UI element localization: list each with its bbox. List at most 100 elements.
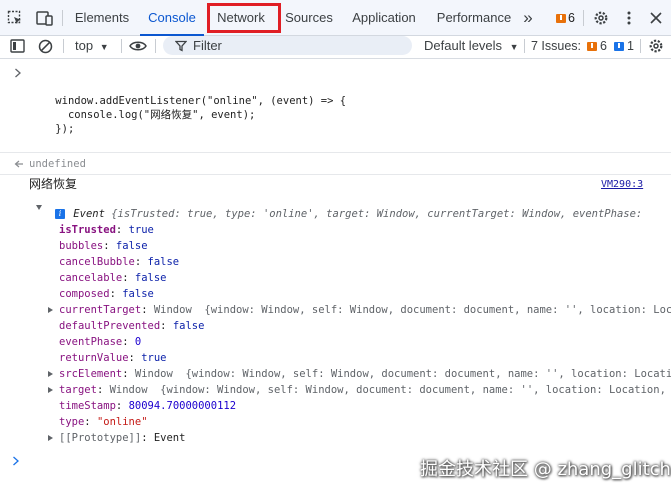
property-colon: : (84, 416, 97, 428)
input-code-line-3: }); (30, 108, 74, 150)
info-icon (613, 41, 624, 51)
event-property-row: isTrusted: true (59, 223, 671, 237)
property-colon: : (109, 288, 123, 300)
property-colon: : (160, 320, 173, 332)
clear-console-button[interactable] (36, 37, 54, 55)
settings-button[interactable] (592, 9, 610, 27)
tabbar-divider (62, 10, 63, 26)
warning-icon (556, 13, 566, 23)
toolbar-divider-4 (524, 39, 525, 53)
tab-console[interactable]: Console (140, 0, 204, 36)
property-key: cancelable (59, 272, 123, 284)
property-key: bubbles (59, 240, 104, 252)
property-value: false (134, 272, 167, 284)
filter-icon (175, 40, 187, 52)
filter-input[interactable]: Filter (163, 36, 412, 55)
console-prompt-icon (13, 456, 19, 466)
device-toolbar-button[interactable] (35, 9, 53, 27)
event-property-row: cancelable: false (59, 271, 671, 285)
expand-arrow-icon[interactable] (48, 371, 53, 377)
property-key: defaultPrevented (59, 320, 161, 332)
property-colon: : (141, 432, 154, 444)
issues-button[interactable]: 7 Issues: 6 1 (531, 36, 634, 56)
info-icon[interactable]: i (55, 209, 65, 219)
sidebar-toggle-button[interactable] (8, 37, 26, 55)
property-colon: : (122, 336, 135, 348)
property-colon: : (115, 224, 129, 236)
tab-application[interactable]: Application (346, 0, 422, 36)
live-expression-button[interactable] (128, 37, 148, 55)
return-arrow-icon (14, 160, 23, 168)
event-class-name: Event (73, 208, 105, 220)
watermark: 掘金技术社区 @ zhang_glitch (420, 459, 671, 480)
property-colon: : (128, 352, 142, 364)
property-colon: : (96, 384, 110, 396)
property-value: Window {window: Window, self: Window, do… (153, 304, 671, 316)
property-colon: : (141, 304, 154, 316)
close-devtools-button[interactable] (647, 9, 665, 27)
event-property-row: timeStamp: 80094.70000000112 (59, 399, 671, 413)
sidebar-icon (9, 39, 25, 53)
event-property-row[interactable]: currentTarget: Window {window: Window, s… (59, 303, 671, 317)
tabbar-warning-count: 6 (568, 11, 575, 25)
event-property-row[interactable]: [[Prototype]]: Event (59, 431, 671, 445)
toolbar-divider-3 (155, 39, 156, 53)
tab-sources[interactable]: Sources (281, 0, 337, 36)
tab-elements[interactable]: Elements (68, 0, 136, 36)
expand-toggle-icon[interactable] (36, 205, 42, 210)
source-link[interactable]: VM290:3 (601, 178, 643, 192)
code-text: }); (55, 123, 75, 135)
context-selector[interactable]: top ▼ (75, 36, 109, 57)
event-property-row: returnValue: true (59, 351, 671, 365)
inspect-cursor-icon (7, 10, 21, 24)
property-key: eventPhase (59, 336, 123, 348)
tab-performance[interactable]: Performance (434, 0, 514, 36)
eye-icon (129, 41, 147, 51)
property-key: [[Prototype]] (59, 432, 142, 444)
close-icon (650, 12, 662, 24)
event-summary-preview: {isTrusted: true, type: 'online', target… (104, 208, 646, 220)
toolbar-divider-1 (63, 39, 64, 53)
devtools-tabbar: Elements Console Network Sources Applica… (0, 0, 671, 36)
event-property-row: type: "online" (59, 415, 671, 429)
more-options-button[interactable] (621, 9, 637, 27)
block-icon (38, 39, 52, 53)
property-key: isTrusted (59, 224, 116, 236)
property-key: target (59, 384, 97, 396)
tabbar-warning-badge[interactable]: 6 (556, 11, 575, 25)
property-key: composed (59, 288, 110, 300)
property-colon: : (122, 272, 135, 284)
property-value: Window {window: Window, self: Window, do… (134, 368, 671, 380)
input-prompt-icon (15, 68, 21, 78)
filter-placeholder: Filter (193, 38, 222, 53)
network-tab-highlight (207, 3, 281, 33)
more-tabs-button[interactable]: » (519, 0, 537, 36)
warning-icon (587, 41, 598, 51)
event-property-row: composed: false (59, 287, 671, 301)
gear-icon (594, 11, 608, 25)
log-levels-value: Default levels (424, 38, 503, 53)
issues-label: 7 Issues: (531, 39, 582, 53)
chevron-down-icon: ▼ (509, 42, 519, 52)
console-settings-button[interactable] (647, 37, 665, 55)
expand-arrow-icon[interactable] (48, 307, 53, 313)
inspect-element-button[interactable] (6, 9, 24, 27)
toolbar-bottom-border (0, 58, 671, 59)
property-key: srcElement (59, 368, 123, 380)
expand-arrow-icon[interactable] (48, 435, 53, 441)
property-key: returnValue (59, 352, 129, 364)
expand-arrow-icon[interactable] (48, 387, 53, 393)
property-key: timeStamp (59, 400, 116, 412)
issues-info-count: 1 (626, 39, 634, 53)
event-property-row: cancelBubble: false (59, 255, 671, 269)
property-key: cancelBubble (59, 256, 135, 268)
log-message-text: 网络恢复 (29, 177, 78, 191)
event-property-row[interactable]: target: Window {window: Window, self: Wi… (59, 383, 671, 397)
message-divider-2 (0, 174, 671, 175)
property-value: Window {window: Window, self: Window, do… (109, 384, 671, 396)
log-levels-dropdown[interactable]: Default levels ▼ (424, 36, 519, 57)
event-property-row[interactable]: srcElement: Window {window: Window, self… (59, 367, 671, 381)
property-colon: : (134, 256, 148, 268)
issues-warning-count: 6 (600, 39, 607, 53)
property-value: true (128, 224, 154, 236)
